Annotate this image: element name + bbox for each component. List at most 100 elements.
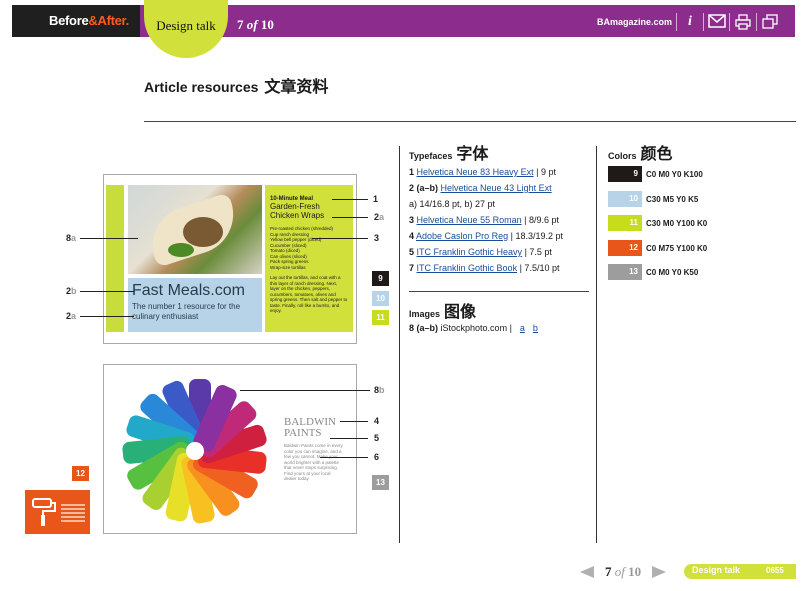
- callout-3: 3: [374, 233, 380, 243]
- typeface-row: 3 Helvetica Neue 55 Roman | 8/9.6 pt: [409, 212, 589, 228]
- color-chip: 9: [608, 166, 642, 182]
- leaf-shape: [168, 243, 194, 257]
- callout-2a-left-suffix: a: [71, 311, 77, 321]
- mail-icon[interactable]: [707, 12, 727, 32]
- fast-meals-panel: Fast Meals.com The number 1 resource for…: [128, 278, 262, 332]
- images-heading-text: Images: [409, 309, 441, 319]
- typefaces-list: 1 Helvetica Neue 83 Heavy Ext | 9 pt 2 (…: [409, 164, 589, 276]
- typeface-number: 2 (a–b): [409, 183, 439, 193]
- page-title-text: Article resources: [144, 79, 259, 95]
- color-chip: 10: [608, 191, 642, 207]
- color-cmyk: C0 M75 Y100 K0: [646, 243, 708, 253]
- wrap-filling: [183, 217, 223, 247]
- recipe-instructions: Lay out the tortillas, and coat with a t…: [270, 275, 348, 313]
- callout-8a: 8a: [66, 233, 76, 243]
- color-cmyk: C0 M0 Y0 K100: [646, 169, 703, 179]
- typeface-link[interactable]: Helvetica Neue 43 Light Ext: [441, 183, 552, 193]
- next-page-arrow-icon[interactable]: [652, 566, 666, 578]
- paint-fan-graphic: [122, 379, 267, 524]
- color-row: 11 C30 M0 Y100 K0: [608, 215, 707, 231]
- toolbar-divider: [729, 13, 730, 31]
- typefaces-heading: Typefaces 字体: [409, 140, 488, 164]
- image-link-b[interactable]: b: [533, 323, 538, 333]
- page-title: Article resources 文章资料: [144, 73, 328, 97]
- typeface-link[interactable]: ITC Franklin Gothic Book: [417, 263, 518, 273]
- toolbar-divider: [703, 13, 704, 31]
- typeface-spec: | 9 pt: [536, 167, 556, 177]
- images-heading-cn: 图像: [444, 304, 477, 321]
- sample-ad-fast-meals: Fast Meals.com The number 1 resource for…: [103, 174, 357, 344]
- colors-heading-cn: 颜色: [640, 146, 673, 163]
- footer-section-label: Design talk: [692, 565, 741, 575]
- footer-code: 0655: [766, 566, 784, 575]
- typeface-number: 4: [409, 231, 415, 241]
- callout-2a: 2a: [374, 212, 384, 222]
- typeface-number: 3: [409, 215, 415, 225]
- color-cmyk: C30 M0 Y100 K0: [646, 218, 708, 228]
- site-link[interactable]: BAmagazine.com: [597, 17, 672, 27]
- footer-page-total: 10: [628, 564, 642, 579]
- typeface-number: 5: [409, 247, 415, 257]
- callout-line: [330, 438, 368, 439]
- recipe-panel: 10-Minute Meal Garden-Fresh Chicken Wrap…: [265, 185, 353, 332]
- fast-meals-tagline: The number 1 resource for the culinary e…: [132, 302, 241, 321]
- color-row: 13 C0 M0 Y0 K50: [608, 264, 698, 280]
- callout-line: [332, 217, 368, 218]
- toolbar-divider: [676, 13, 677, 31]
- footer-page-indicator: 7 of 10: [605, 564, 641, 580]
- green-bar: [106, 185, 124, 332]
- toolbar-divider: [756, 13, 757, 31]
- colors-heading-text: Colors: [608, 151, 637, 161]
- prev-page-arrow-icon[interactable]: [580, 566, 594, 578]
- info-icon[interactable]: i: [680, 12, 700, 32]
- brand-before: Before: [49, 13, 89, 28]
- callout-line: [332, 199, 368, 200]
- callout-line: [340, 421, 368, 422]
- color-chip: 11: [608, 215, 642, 231]
- footer-section-badge[interactable]: Design talk 0655: [684, 564, 796, 579]
- typeface-link[interactable]: ITC Franklin Gothic Heavy: [417, 247, 523, 257]
- ingredient-list: Pre-roasted chicken (shredded) Cup ranch…: [270, 226, 348, 270]
- callout-line: [80, 238, 138, 239]
- callout-2b: 2b: [66, 286, 77, 296]
- color-cmyk: C30 M5 Y0 K5: [646, 194, 699, 204]
- callout-4: 4: [374, 416, 380, 426]
- typeface-link[interactable]: Adobe Caslon Pro Reg: [416, 231, 508, 241]
- typeface-number: 1: [409, 167, 415, 177]
- callout-5: 5: [374, 433, 380, 443]
- typeface-spec: | 7.5 pt: [524, 247, 552, 257]
- page-of: of: [246, 17, 258, 32]
- typeface-link[interactable]: Helvetica Neue 55 Roman: [417, 215, 522, 225]
- wrap-photo: [128, 185, 262, 274]
- colors-heading: Colors 颜色: [608, 140, 673, 164]
- swatch-11: 11: [372, 310, 389, 325]
- baldwin-paints-body: Baldwin Paints come in every color you c…: [284, 443, 343, 481]
- print-icon[interactable]: [733, 12, 753, 32]
- page-total: 10: [260, 17, 274, 32]
- image-link-a[interactable]: a: [520, 323, 525, 333]
- color-row: 9 C0 M0 Y0 K100: [608, 166, 703, 182]
- column-divider: [596, 146, 597, 543]
- footer-page-of: of: [614, 564, 625, 579]
- typeface-spec: | 7.5/10 pt: [519, 263, 560, 273]
- window-icon[interactable]: [760, 12, 780, 32]
- callout-line: [80, 316, 134, 317]
- typeface-row: 2 (a–b) Helvetica Neue 43 Light Ext: [409, 180, 589, 196]
- fast-meals-logo: Fast Meals.com: [132, 282, 245, 299]
- images-heading: Images 图像: [409, 298, 476, 322]
- section-tab[interactable]: Design talk: [144, 0, 228, 58]
- swatch-9: 9: [372, 271, 389, 286]
- callout-2a-left: 2a: [66, 311, 76, 321]
- page-title-cn: 文章资料: [264, 79, 329, 96]
- ingredient: Wrap-size tortillas: [270, 264, 306, 270]
- color-row: 12 C0 M75 Y100 K0: [608, 240, 707, 256]
- typeface-link[interactable]: Helvetica Neue 83 Heavy Ext: [417, 167, 534, 177]
- callout-line: [240, 390, 370, 391]
- image-source: iStockphoto.com |: [440, 323, 512, 333]
- callout-8a-suffix: a: [71, 233, 77, 243]
- color-chip: 13: [608, 264, 642, 280]
- column-divider: [399, 146, 400, 543]
- brand-logo[interactable]: Before&After.: [12, 5, 140, 37]
- typeface-number: 7: [409, 263, 415, 273]
- logo-text-lines: [61, 504, 85, 524]
